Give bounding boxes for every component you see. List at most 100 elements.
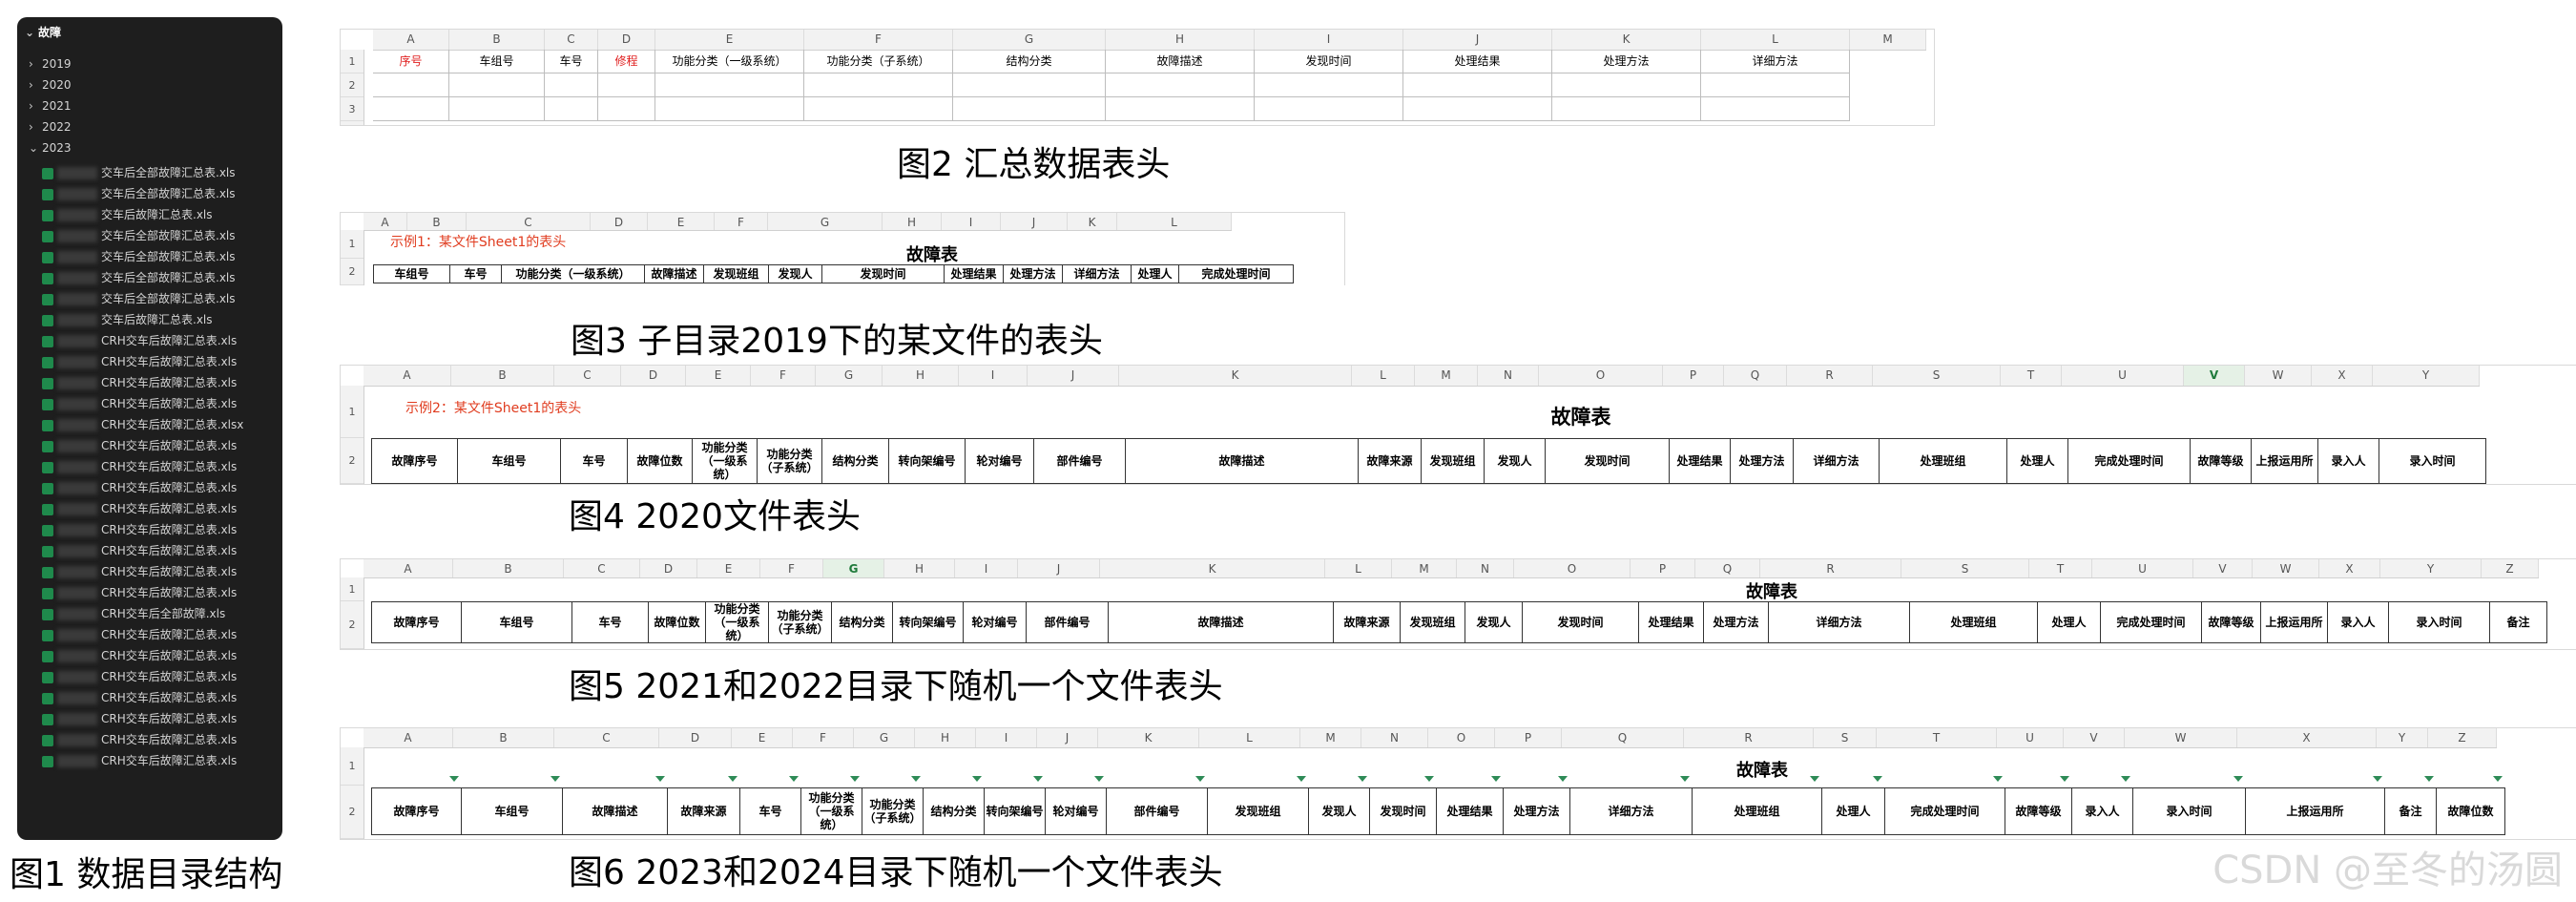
row-number-1[interactable]: 1 <box>341 386 364 438</box>
column-letter-B[interactable]: B <box>453 559 564 577</box>
column-letter-P[interactable]: P <box>1495 728 1562 747</box>
column-letter-F[interactable]: F <box>715 213 768 230</box>
column-letter-Q[interactable]: Q <box>1695 559 1760 577</box>
header-cell[interactable]: 处理结果 <box>1403 50 1552 73</box>
tree-file-item[interactable]: 交车后故障汇总表.xls <box>42 309 243 330</box>
row-number-1[interactable]: 1 <box>341 230 364 259</box>
column-letter-Q[interactable]: Q <box>1562 728 1684 747</box>
tree-file-item[interactable]: CRH交车后故障汇总表.xls <box>42 645 243 666</box>
tree-file-item[interactable]: 交车后全部故障汇总表.xls <box>42 267 243 288</box>
column-letter-H[interactable]: H <box>884 559 955 577</box>
tree-folder-2024[interactable]: ›2024 <box>29 835 72 840</box>
column-letter-N[interactable]: N <box>1361 728 1428 747</box>
filter-dropdown-icon[interactable] <box>551 776 560 782</box>
empty-cell[interactable] <box>598 73 655 97</box>
column-letter-V[interactable]: V <box>2193 559 2253 577</box>
column-letter-C[interactable]: C <box>554 366 621 386</box>
column-letter-D[interactable]: D <box>640 559 697 577</box>
column-letter-L[interactable]: L <box>1352 366 1415 386</box>
column-letter-E[interactable]: E <box>655 30 804 50</box>
column-letter-G[interactable]: G <box>854 728 915 747</box>
column-letter-H[interactable]: H <box>1106 30 1255 50</box>
column-letter-R[interactable]: R <box>1684 728 1814 747</box>
empty-cell[interactable] <box>1255 97 1403 121</box>
tree-file-item[interactable]: CRH交车后故障汇总表.xls <box>42 624 243 645</box>
column-letter-R[interactable]: R <box>1787 366 1873 386</box>
tree-file-item[interactable]: CRH交车后故障汇总表.xls <box>42 519 243 540</box>
filter-dropdown-icon[interactable] <box>1993 776 2003 782</box>
column-letter-W[interactable]: W <box>2245 366 2312 386</box>
column-letter-K[interactable]: K <box>1098 728 1199 747</box>
tree-file-item[interactable]: 交车后全部故障汇总表.xls <box>42 288 243 309</box>
tree-file-item[interactable]: 交车后全部故障汇总表.xls <box>42 225 243 246</box>
column-letter-L[interactable]: L <box>1325 559 1392 577</box>
filter-dropdown-icon[interactable] <box>1680 776 1690 782</box>
column-letter-G[interactable]: G <box>823 559 884 577</box>
column-letter-V[interactable]: V <box>2184 366 2245 386</box>
filter-dropdown-icon[interactable] <box>1424 776 1434 782</box>
column-letter-D[interactable]: D <box>591 213 648 230</box>
row-number-1[interactable]: 1 <box>341 50 364 73</box>
column-letter-G[interactable]: G <box>768 213 883 230</box>
empty-cell[interactable] <box>373 97 449 121</box>
empty-cell[interactable] <box>1552 97 1701 121</box>
empty-cell[interactable] <box>449 97 545 121</box>
column-letter-Z[interactable]: Z <box>2482 559 2539 577</box>
filter-dropdown-icon[interactable] <box>2373 776 2382 782</box>
tree-file-item[interactable]: 交车后全部故障汇总表.xls <box>42 183 243 204</box>
column-letter-H[interactable]: H <box>883 213 942 230</box>
column-letter-U[interactable]: U <box>2062 366 2184 386</box>
column-letter-J[interactable]: J <box>1028 366 1119 386</box>
empty-cell[interactable] <box>953 97 1106 121</box>
column-letter-I[interactable]: I <box>959 366 1028 386</box>
column-letter-S[interactable]: S <box>1901 559 2029 577</box>
empty-cell[interactable] <box>373 73 449 97</box>
filter-dropdown-icon[interactable] <box>2493 776 2503 782</box>
filter-dropdown-icon[interactable] <box>1297 776 1306 782</box>
filter-dropdown-icon[interactable] <box>972 776 982 782</box>
tree-file-item[interactable]: CRH交车后故障汇总表.xls <box>42 351 243 372</box>
column-letter-F[interactable]: F <box>751 366 816 386</box>
column-letter-B[interactable]: B <box>407 213 467 230</box>
tree-folder-2021[interactable]: › 2021 <box>29 95 72 116</box>
column-letter-A[interactable]: A <box>364 559 453 577</box>
column-letter-F[interactable]: F <box>793 728 854 747</box>
filter-dropdown-icon[interactable] <box>1358 776 1367 782</box>
column-letter-H[interactable]: H <box>915 728 976 747</box>
column-letter-D[interactable]: D <box>598 30 655 50</box>
column-letter-U[interactable]: U <box>2092 559 2193 577</box>
column-letter-S[interactable]: S <box>1814 728 1877 747</box>
column-letter-I[interactable]: I <box>942 213 1001 230</box>
tree-file-item[interactable]: CRH交车后故障汇总表.xls <box>42 330 243 351</box>
column-letter-D[interactable]: D <box>621 366 686 386</box>
empty-cell[interactable] <box>545 73 598 97</box>
column-letter-N[interactable]: N <box>1457 559 1514 577</box>
tree-folder-2022[interactable]: › 2022 <box>29 116 72 137</box>
column-letter-M[interactable]: M <box>1415 366 1478 386</box>
empty-cell[interactable] <box>1106 97 1255 121</box>
tree-file-item[interactable]: 交车后故障汇总表.xls <box>42 204 243 225</box>
column-letter-C[interactable]: C <box>467 213 591 230</box>
column-letter-T[interactable]: T <box>1877 728 1997 747</box>
column-letter-P[interactable]: P <box>1663 366 1724 386</box>
filter-dropdown-icon[interactable] <box>449 776 459 782</box>
empty-cell[interactable] <box>598 97 655 121</box>
tree-file-item[interactable]: 交车后全部故障汇总表.xls <box>42 246 243 267</box>
tree-file-item[interactable]: CRH交车后故障汇总表.xls <box>42 372 243 393</box>
empty-cell[interactable] <box>804 73 953 97</box>
filter-dropdown-icon[interactable] <box>911 776 921 782</box>
header-cell[interactable]: 车组号 <box>449 50 545 73</box>
column-letter-Y[interactable]: Y <box>2380 559 2482 577</box>
column-letter-F[interactable]: F <box>760 559 823 577</box>
row-number-1[interactable]: 1 <box>341 747 364 786</box>
tree-file-item[interactable]: CRH交车后故障汇总表.xls <box>42 393 243 414</box>
empty-cell[interactable] <box>655 97 804 121</box>
column-letter-C[interactable]: C <box>545 30 598 50</box>
empty-cell[interactable] <box>545 97 598 121</box>
column-letter-R[interactable]: R <box>1760 559 1901 577</box>
tree-file-item[interactable]: CRH交车后全部故障.xls <box>42 603 243 624</box>
column-letter-M[interactable]: M <box>1300 728 1361 747</box>
column-letter-J[interactable]: J <box>1403 30 1552 50</box>
column-letter-K[interactable]: K <box>1068 213 1117 230</box>
tree-file-item[interactable]: CRH交车后故障汇总表.xlsx <box>42 414 243 435</box>
